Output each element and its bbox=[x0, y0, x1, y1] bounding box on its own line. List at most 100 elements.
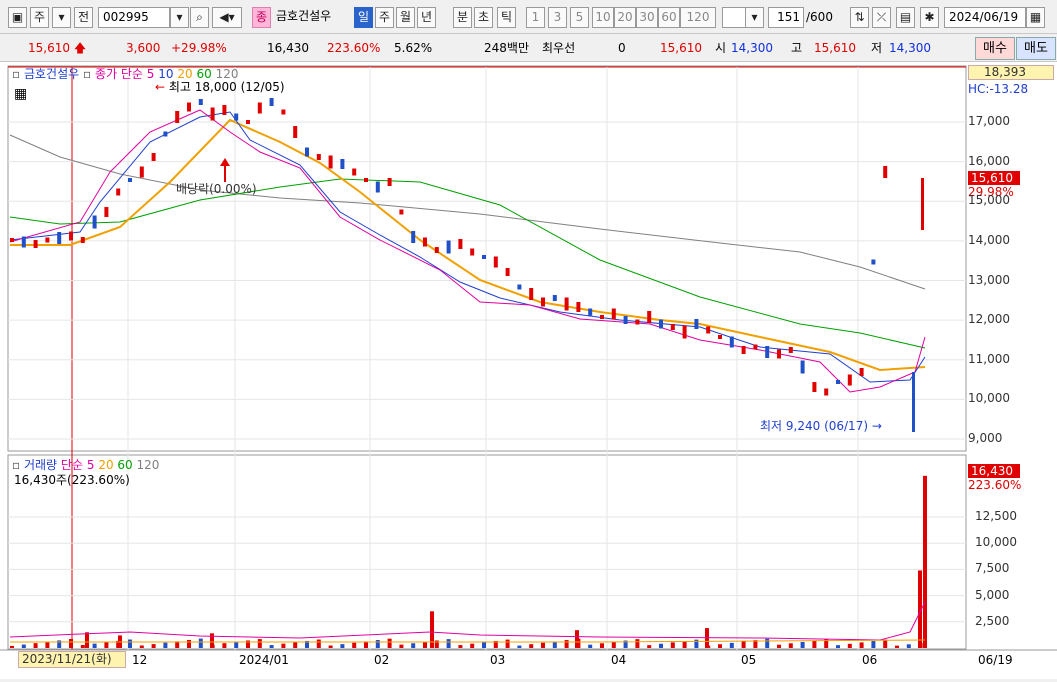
table-icon[interactable]: ▦ bbox=[14, 87, 27, 101]
volume-bar bbox=[10, 645, 14, 648]
compare-icon[interactable]: ⇅ bbox=[850, 7, 869, 28]
code-dropdown-icon[interactable]: ▾ bbox=[170, 7, 189, 28]
candle-body bbox=[80, 237, 85, 243]
volume-bar bbox=[777, 644, 781, 648]
stock-code-input[interactable]: 002995 bbox=[98, 7, 170, 28]
count-input[interactable]: 151 bbox=[768, 7, 804, 28]
period-week[interactable]: 주 bbox=[375, 7, 394, 28]
candle-body bbox=[788, 347, 793, 353]
minute-3[interactable]: 3 bbox=[548, 7, 567, 28]
minute-10[interactable]: 10 bbox=[592, 7, 614, 28]
period-day[interactable]: 일 bbox=[354, 7, 373, 28]
candle-body bbox=[411, 231, 416, 243]
candle-body bbox=[92, 215, 97, 229]
quote-volume-pct: 223.60% bbox=[327, 41, 381, 55]
candle-body bbox=[364, 178, 368, 182]
candle-body bbox=[387, 178, 392, 186]
stock-chart[interactable]: ▫ 금호건설우 ▫ 종가 단순 5 10 20 60 120 ▦ ← 최고 18… bbox=[0, 62, 1057, 679]
candle-body bbox=[564, 297, 569, 311]
volume-legend-ma: 단순 bbox=[60, 458, 84, 472]
candle-body bbox=[163, 131, 168, 137]
volume-bar bbox=[151, 644, 156, 648]
quote-change-pct: +29.98% bbox=[171, 41, 227, 55]
candle-body bbox=[682, 325, 687, 339]
minute-120[interactable]: 120 bbox=[680, 7, 716, 28]
volume-bar bbox=[600, 643, 604, 648]
volume-tick-label: 5,000 bbox=[975, 587, 1010, 602]
volume-tick-label: 2,500 bbox=[975, 613, 1010, 628]
volume-bar bbox=[470, 643, 475, 648]
candle-body bbox=[517, 284, 522, 290]
gear-icon[interactable]: ✱ bbox=[920, 7, 939, 28]
candle-body bbox=[21, 236, 26, 248]
period-month[interactable]: 월 bbox=[396, 7, 415, 28]
quote-price-value: 15,610 bbox=[28, 41, 70, 55]
candle-body bbox=[635, 319, 640, 325]
quote-broker: 최우선 bbox=[542, 41, 576, 55]
period-year[interactable]: 년 bbox=[417, 7, 436, 28]
cursor-date-label: 2023/11/21(화) bbox=[18, 651, 126, 668]
chart-toolbar: ▣ 주 ▾ 전 002995 ▾ ⌕ ◀▾ 종 금호건설우 일 주 월 년 분 … bbox=[0, 0, 1057, 34]
search-icon[interactable]: ⌕ bbox=[190, 7, 209, 28]
buy-button[interactable]: 매수 bbox=[975, 37, 1015, 60]
candle-body bbox=[33, 240, 38, 248]
candle-body bbox=[328, 155, 333, 169]
candle-body bbox=[552, 295, 557, 301]
legend-stock-name: 금호건설우 bbox=[23, 67, 80, 81]
prefix-button[interactable]: 전 bbox=[74, 7, 93, 28]
period-second[interactable]: 초 bbox=[474, 7, 493, 28]
chevron-down-icon[interactable]: ▾ bbox=[52, 7, 71, 28]
high-note-text: 최고 18,000 (12/05) bbox=[168, 80, 285, 94]
price-tick-label: 9,000 bbox=[968, 431, 1003, 445]
quote-low: 14,300 bbox=[889, 41, 931, 55]
minute-5[interactable]: 5 bbox=[570, 7, 589, 28]
minute-20[interactable]: 20 bbox=[614, 7, 636, 28]
candle-body bbox=[659, 319, 663, 329]
right-arrow-icon: → bbox=[871, 419, 882, 433]
time-tick-label: 12 bbox=[132, 653, 148, 667]
legend-marker-icon: ▫ bbox=[83, 67, 92, 81]
sell-button[interactable]: 매도 bbox=[1016, 37, 1056, 60]
save-icon[interactable]: ▤ bbox=[896, 7, 915, 28]
speaker-icon[interactable]: ◀▾ bbox=[212, 7, 242, 28]
candle-body bbox=[824, 388, 829, 396]
ma10-line bbox=[9, 111, 926, 383]
volume-bar bbox=[234, 641, 239, 648]
quote-change: 3,600 bbox=[126, 41, 161, 55]
volume-bar bbox=[293, 642, 298, 648]
chart-canvas[interactable] bbox=[0, 62, 1057, 679]
volume-ma-line bbox=[9, 601, 926, 641]
candle-body bbox=[812, 382, 817, 392]
minute-1[interactable]: 1 bbox=[526, 7, 545, 28]
volume-bar bbox=[128, 639, 132, 648]
price-tick-label: 14,000 bbox=[968, 232, 1010, 247]
time-tick-label: 2024/01 bbox=[239, 653, 289, 667]
max-count: /600 bbox=[806, 10, 833, 24]
candle-body bbox=[375, 181, 380, 193]
volume-bar bbox=[883, 639, 888, 648]
period-tick[interactable]: 틱 bbox=[497, 7, 516, 28]
minute-30[interactable]: 30 bbox=[636, 7, 658, 28]
quote-turnover: 5.62% bbox=[394, 41, 433, 55]
legend-ma-label: 종가 단순 bbox=[94, 67, 143, 81]
market-type-select[interactable]: 주 bbox=[30, 7, 49, 28]
legend-ma-120: 120 bbox=[215, 67, 239, 81]
low-note: 최저 9,240 (06/17) → bbox=[760, 419, 882, 433]
quote-current: 15,610 bbox=[660, 41, 702, 55]
legend-ma-60: 60 bbox=[196, 67, 212, 81]
minute-60[interactable]: 60 bbox=[658, 7, 680, 28]
time-tick-label: 06 bbox=[862, 653, 878, 667]
candle-body bbox=[470, 248, 475, 256]
crosshair-icon[interactable]: ⤫ bbox=[872, 7, 891, 28]
candle-body bbox=[482, 255, 486, 259]
period-minute[interactable]: 분 bbox=[453, 7, 472, 28]
candle-body bbox=[718, 335, 722, 339]
date-input[interactable]: 2024/06/19 bbox=[944, 7, 1026, 28]
candle-body bbox=[706, 326, 711, 334]
calendar-icon[interactable]: ▦ bbox=[1026, 7, 1045, 28]
price-tick-label: 10,000 bbox=[968, 391, 1010, 406]
current-price-label: 15,610 bbox=[968, 171, 1020, 185]
volume-bar bbox=[729, 642, 734, 648]
custom-period-dropdown-icon[interactable]: ▾ bbox=[745, 7, 764, 28]
window-icon[interactable]: ▣ bbox=[8, 7, 27, 28]
